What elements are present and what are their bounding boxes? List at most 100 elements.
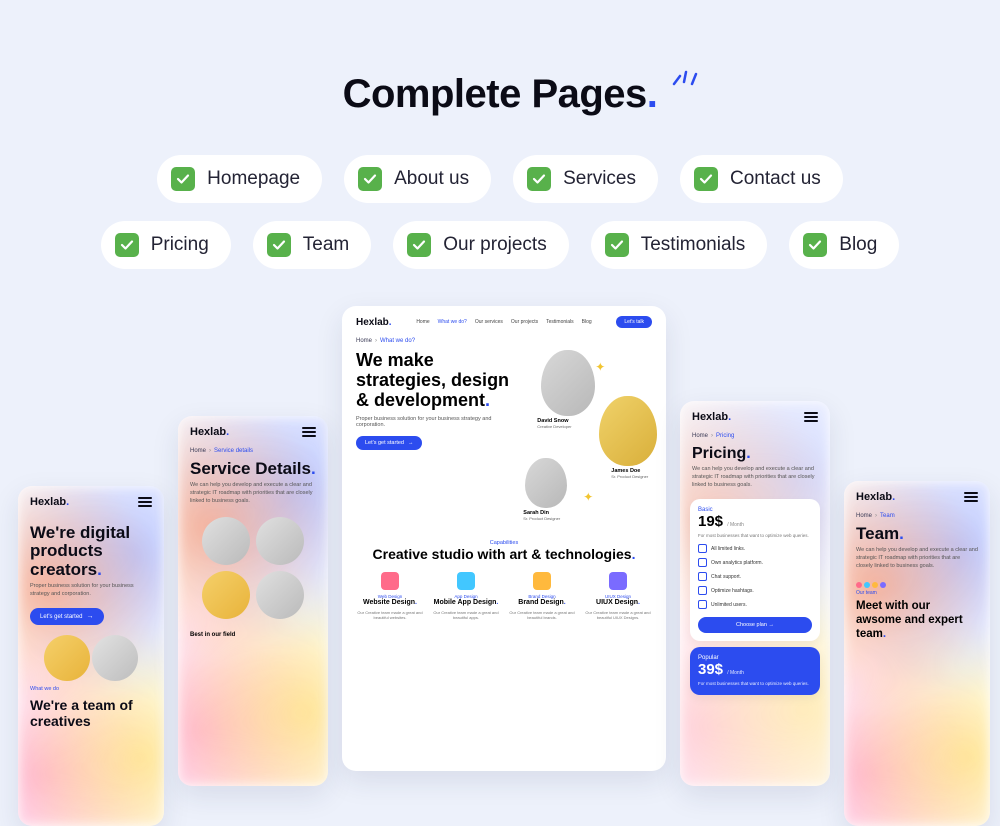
avatar [256,517,304,565]
service-name: Brand Design. [507,599,577,607]
sparkle-icon: ✦ [583,490,593,504]
nav-item[interactable]: What we do? [438,319,467,325]
team-dots-icon [844,574,990,590]
cta-button[interactable]: Let's get started→ [356,436,422,450]
hero-subtitle: Proper business solution for your busine… [356,416,513,428]
nav-item[interactable]: Our services [475,319,503,325]
service-card: Brand Design Brand Design. Our Creative … [507,572,577,620]
service-card: Web Design Website Design. Our Creative … [355,572,425,620]
avatar [525,458,567,508]
avatar [202,517,250,565]
menu-icon[interactable] [964,492,978,502]
section-title: Creative studio with art & technologies. [342,546,666,562]
check-icon [605,233,629,257]
service-desc: Our Creative team made a great and beaut… [355,610,425,620]
plan-feature: All limited links. [698,544,812,553]
check-icon [115,233,139,257]
preview-whatwedo-desktop: Hexlab. Home What we do? Our services Ou… [342,306,666,771]
plan-desc: For most businesses that want to optimiz… [698,681,812,687]
service-desc: Our Creative team made a great and beaut… [431,610,501,620]
chip-team: Team [253,221,371,269]
chip-label: Testimonials [641,234,746,256]
check-icon [694,167,718,191]
check-icon [527,167,551,191]
page-heading: Service Details. [178,454,328,478]
page-heading: Team. [844,519,990,543]
brand-logo: Hexlab. [356,317,392,328]
page-heading: Pricing. [680,439,830,462]
section-title: Meet with our awsome and expert team. [844,596,990,641]
check-icon [267,233,291,257]
avatar [44,635,90,681]
chip-label: Our projects [443,234,546,256]
plan-price: 39$ / Month [698,661,812,678]
chip-about: About us [344,155,491,203]
brand-logo: Hexlab. [856,491,895,503]
plan-feature: Optimize hashtags. [698,586,812,595]
nav-item[interactable]: Home [416,319,429,325]
page-chips: Homepage About us Services Contact us Pr… [100,155,900,269]
service-name: Mobile App Design. [431,599,501,607]
service-icon [457,572,475,590]
preview-pricing-mobile: Hexlab. Home›Pricing Pricing. We can hel… [680,401,830,786]
menu-icon[interactable] [302,427,316,437]
preview-row: Hexlab. We're digital products creators.… [0,296,1000,756]
pricing-plan-basic: Basic 19$ / Month For most businesses th… [690,499,820,641]
page-subtitle: We can help you develop and execute a cl… [680,462,830,493]
chip-label: Services [563,168,636,190]
hero-title: We're digital products creators. [18,518,164,579]
chip-services: Services [513,155,658,203]
avatar [256,571,304,619]
brand-logo: Hexlab. [692,411,731,423]
avatar [599,396,657,466]
chip-projects: Our projects [393,221,568,269]
preview-team-mobile: Hexlab. Home›Team Team. We can help you … [844,481,990,826]
person-name: James DoeSr. Product Designer [611,468,648,479]
cta-button[interactable]: Let's get started→ [30,608,104,625]
check-icon [171,167,195,191]
plan-desc: For most businesses that want to optimiz… [698,533,812,539]
service-icon [533,572,551,590]
plan-feature: Own analytics platform. [698,558,812,567]
check-icon [358,167,382,191]
nav-cta-button[interactable]: Let's talk [616,316,652,328]
chip-label: Blog [839,234,877,256]
menu-icon[interactable] [138,497,152,507]
service-desc: Our Creative team made a great and beaut… [583,610,653,620]
hero-title: We make strategies, design & development… [356,350,513,410]
chip-pricing: Pricing [101,221,231,269]
chip-contact: Contact us [680,155,843,203]
service-icon [381,572,399,590]
service-name: UIUX Design. [583,599,653,607]
service-name: Website Design. [355,599,425,607]
check-icon [407,233,431,257]
plan-feature: Chat support. [698,572,812,581]
nav-item[interactable]: Our projects [511,319,538,325]
nav-links: Home What we do? Our services Our projec… [416,319,591,325]
chip-label: Team [303,234,349,256]
chip-testimonials: Testimonials [591,221,768,269]
avatar [541,350,595,416]
service-card: UIUX Design UIUX Design. Our Creative te… [583,572,653,620]
chip-label: Contact us [730,168,821,190]
chip-blog: Blog [789,221,899,269]
page-title: Complete Pages. [343,72,658,117]
avatar [202,571,250,619]
check-icon [803,233,827,257]
avatar [92,635,138,681]
chip-homepage: Homepage [157,155,322,203]
plan-feature: Unlimited users. [698,600,812,609]
menu-icon[interactable] [804,412,818,422]
brand-logo: Hexlab. [30,496,69,508]
sparkle-icon: ✦ [595,360,605,374]
choose-plan-button[interactable]: Choose plan → [698,617,812,633]
section-label: Best in our field [178,628,328,642]
nav-item[interactable]: Testimonials [546,319,574,325]
service-icon [609,572,627,590]
preview-service-mobile: Hexlab. Home›Service details Service Det… [178,416,328,786]
page-subtitle: We can help you develop and execute a cl… [844,543,990,574]
plan-price: 19$ / Month [698,513,812,530]
section-title: We're a team of creatives [18,692,164,728]
sparkle-icon [670,64,700,88]
nav-item[interactable]: Blog [582,319,592,325]
